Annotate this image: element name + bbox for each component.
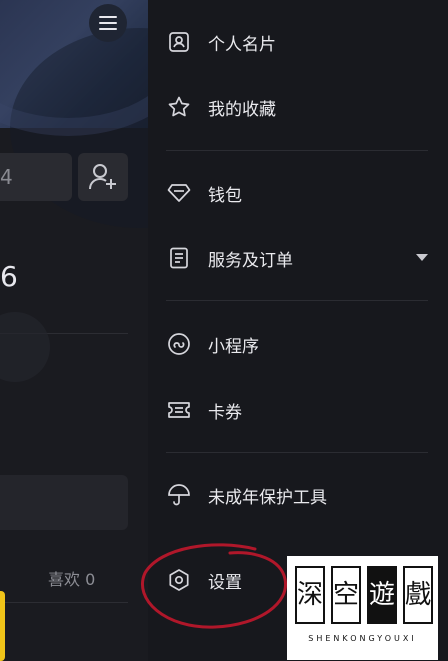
drawer-item-label: 服务及订单: [208, 250, 293, 271]
drawer-item-minor-protection[interactable]: 未成年保护工具: [166, 475, 327, 515]
drawer-item-label: 未成年保护工具: [208, 487, 327, 508]
avatar: [0, 312, 50, 382]
watermark-char: 戲: [403, 566, 433, 624]
watermark-char: 遊: [367, 566, 397, 624]
add-user-icon: [89, 164, 116, 190]
order-list-icon: [166, 245, 192, 271]
drawer-item-label: 我的收藏: [208, 99, 276, 120]
chevron-down-icon[interactable]: [416, 254, 428, 261]
drawer-item-mini-programs[interactable]: 小程序: [166, 324, 259, 364]
likes-count[interactable]: 喜欢 0: [48, 566, 95, 590]
profile-field-text: 4: [0, 165, 13, 189]
id-card-icon: [166, 29, 192, 55]
drawer-item-wallet[interactable]: 钱包: [166, 173, 242, 213]
watermark-char: 空: [331, 566, 361, 624]
add-friend-button[interactable]: [78, 153, 128, 201]
diamond-icon: [166, 180, 192, 206]
mini-program-icon: [166, 331, 192, 357]
watermark-logo: 深 空 遊 戲 SHENKONGYOUXI: [287, 556, 438, 660]
divider: [166, 150, 428, 151]
highlight-circle-annotation: [141, 543, 288, 629]
stat-number: 6: [0, 260, 18, 293]
divider: [166, 300, 428, 301]
content-block: [0, 475, 128, 530]
divider: [166, 452, 428, 453]
watermark-char: 深: [295, 566, 325, 624]
star-icon: [166, 94, 192, 120]
umbrella-icon: [166, 482, 192, 508]
drawer-item-label: 钱包: [208, 185, 242, 206]
background-profile-page: 4 6 喜欢 0: [0, 0, 148, 661]
drawer-item-label: 小程序: [208, 336, 259, 357]
drawer-item-favorites[interactable]: 我的收藏: [166, 87, 276, 127]
watermark-subtitle: SHENKONGYOUXI: [308, 634, 417, 643]
drawer-item-label: 卡券: [208, 402, 242, 423]
drawer-item-services-orders[interactable]: 服务及订单: [166, 238, 293, 278]
drawer-item-coupons[interactable]: 卡券: [166, 390, 242, 430]
yellow-badge: [0, 591, 5, 661]
drawer-item-profile-card[interactable]: 个人名片: [166, 22, 276, 62]
divider: [0, 602, 128, 603]
coupon-icon: [166, 397, 192, 423]
menu-button[interactable]: [89, 4, 127, 42]
hamburger-icon: [99, 14, 117, 32]
drawer-item-label: 个人名片: [208, 34, 276, 55]
